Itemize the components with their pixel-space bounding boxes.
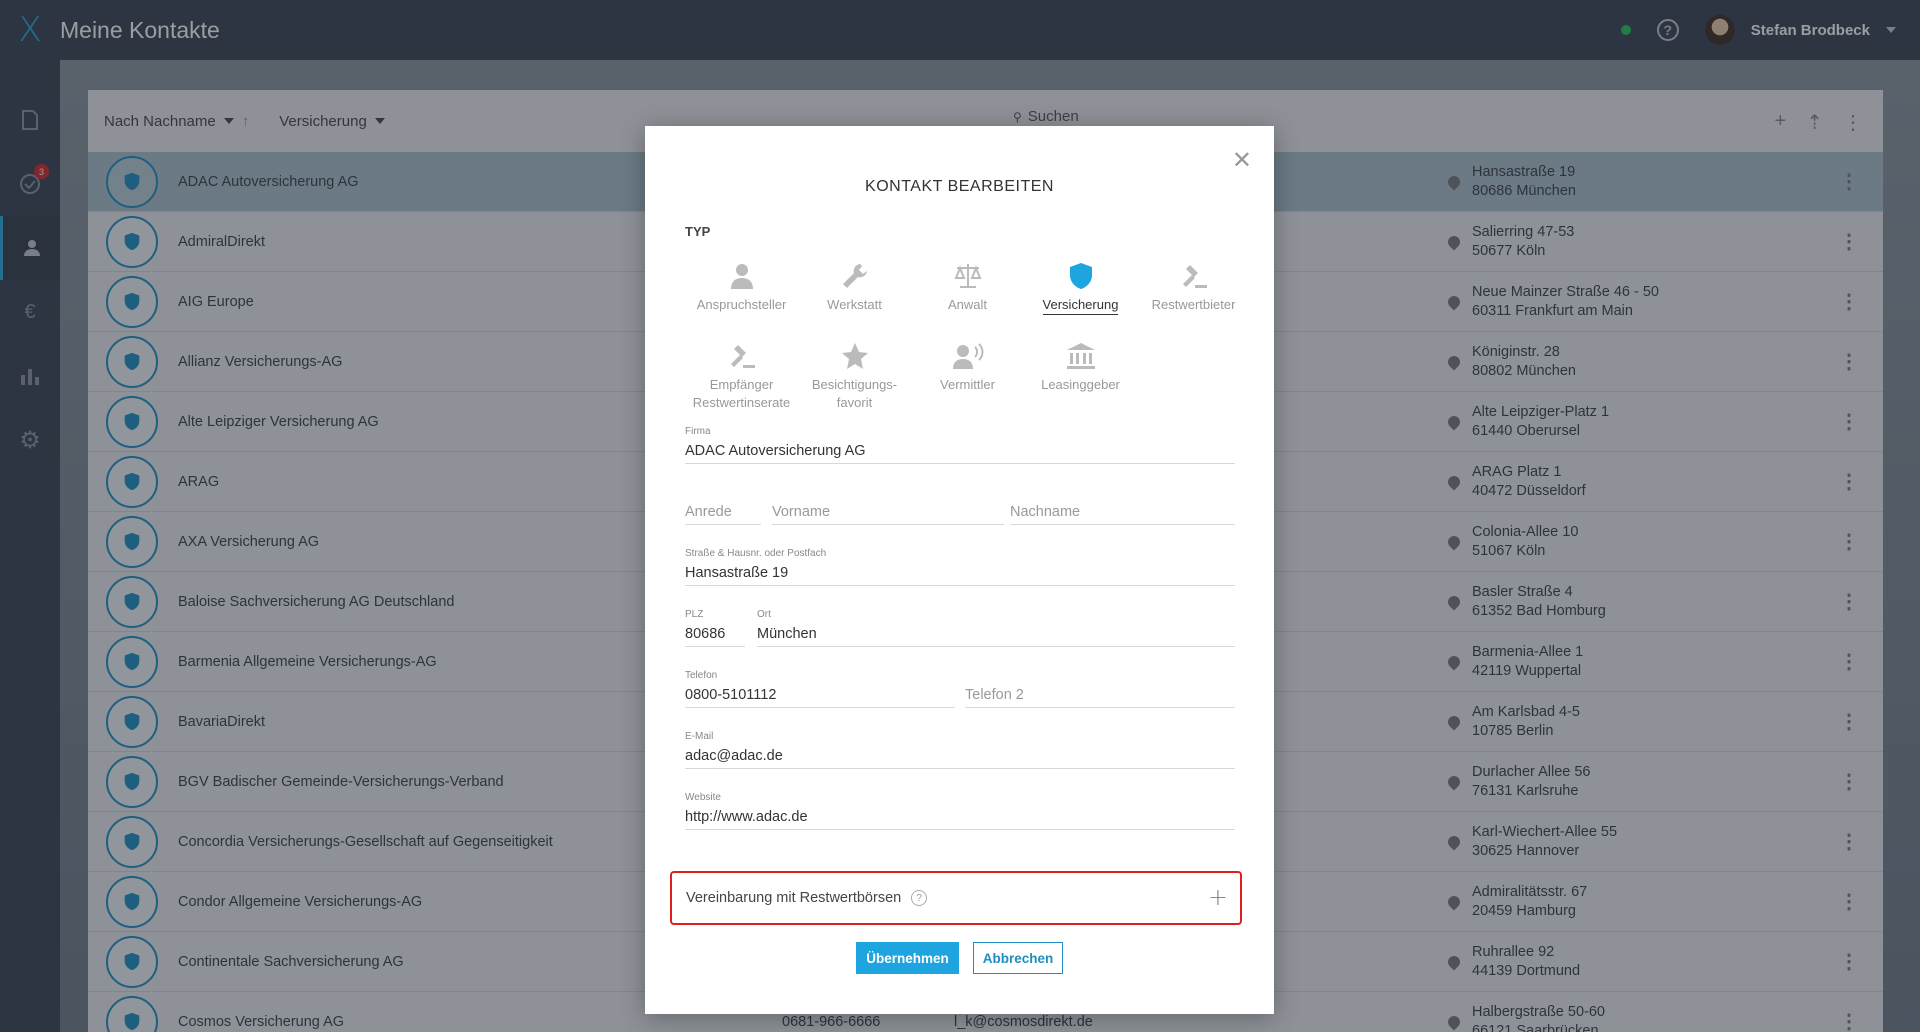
vorname-field[interactable]: Vorname [772,500,1004,525]
close-icon[interactable]: ✕ [1232,146,1252,174]
submit-button[interactable]: Übernehmen [856,942,959,974]
type-option-besichtigungsfavorit[interactable]: Besichtigungs-favorit [798,336,911,416]
email-label: E-Mail [685,731,714,742]
type-label: Werkstatt [827,297,882,312]
person-icon [730,264,753,289]
type-selector: Anspruchsteller Werkstatt Anwalt Versich… [685,256,1265,416]
telefon-field[interactable]: Telefon 0800-5101112 [685,670,955,708]
type-option-empfaenger-restwertinserate[interactable]: Empfänger Restwertinserate [685,336,798,416]
scales-icon [954,264,981,288]
add-icon[interactable]: + [1208,883,1228,911]
plz-value: 80686 [685,626,726,642]
bank-icon [1066,343,1095,369]
ort-value: München [757,626,817,642]
edit-contact-dialog: ✕ KONTAKT BEARBEITEN TYP Anspruchsteller… [645,126,1274,1014]
speaking-person-icon [952,343,983,369]
type-option-anwalt[interactable]: Anwalt [911,256,1024,336]
type-option-werkstatt[interactable]: Werkstatt [798,256,911,336]
type-option-anspruchsteller[interactable]: Anspruchsteller [685,256,798,336]
agreement-label: Vereinbarung mit Restwertbörsen [686,890,902,906]
star-icon [841,343,868,369]
nachname-field[interactable]: Nachname [1010,500,1235,525]
type-label: Restwertbieter [1151,297,1236,312]
firma-field[interactable]: Firma ADAC Autoversicherung AG [685,426,1235,464]
type-label: Vermittler [940,377,995,392]
telefon2-placeholder: Telefon 2 [965,687,1024,703]
shield-icon [1069,263,1092,289]
question-mark-icon[interactable]: ? [911,890,928,906]
type-option-restwertbieter[interactable]: Restwertbieter [1137,256,1250,336]
website-label: Website [685,792,721,803]
email-value: adac@adac.de [685,748,783,764]
type-label: Versicherung [1042,296,1119,315]
dialog-title: KONTAKT BEARBEITEN [865,178,1054,195]
nachname-placeholder: Nachname [1010,504,1081,520]
street-value: Hansastraße 19 [685,565,789,581]
anrede-placeholder: Anrede [685,504,732,520]
wrench-icon [842,264,867,288]
email-field[interactable]: E-Mail adac@adac.de [685,731,1235,769]
type-label: Empfänger Restwertinserate [692,377,791,410]
type-section-label: TYP [685,224,711,239]
type-label: Besichtigungs-favorit [811,377,898,410]
anrede-field[interactable]: Anrede [685,500,761,525]
type-label: Anspruchsteller [696,297,787,312]
cancel-button[interactable]: Abbrechen [973,942,1063,974]
website-field[interactable]: Website http://www.adac.de [685,792,1235,830]
gavel-icon [730,345,755,368]
firma-label: Firma [685,426,711,437]
vorname-placeholder: Vorname [772,504,831,520]
firma-value: ADAC Autoversicherung AG [685,443,866,459]
type-label: Anwalt [947,297,988,312]
website-value: http://www.adac.de [685,809,808,825]
restwertboersen-agreement-section[interactable]: Vereinbarung mit Restwertbörsen ? + [670,871,1242,925]
street-label: Straße & Hausnr. oder Postfach [685,548,827,559]
telefon2-field[interactable]: Telefon 2 [965,683,1235,708]
type-option-versicherung[interactable]: Versicherung [1024,256,1137,336]
telefon-value: 0800-5101112 [685,687,777,703]
plz-field[interactable]: PLZ 80686 [685,609,745,647]
type-option-vermittler[interactable]: Vermittler [911,336,1024,416]
ort-label: Ort [757,609,771,620]
type-option-leasinggeber[interactable]: Leasinggeber [1024,336,1137,416]
telefon-label: Telefon [685,670,718,681]
ort-field[interactable]: Ort München [757,609,1235,647]
plz-label: PLZ [685,609,704,620]
dialog-actions: Übernehmen Abbrechen [645,942,1274,974]
type-label: Leasinggeber [1041,377,1120,392]
street-field[interactable]: Straße & Hausnr. oder Postfach Hansastra… [685,548,1235,586]
gavel-icon [1182,265,1207,288]
